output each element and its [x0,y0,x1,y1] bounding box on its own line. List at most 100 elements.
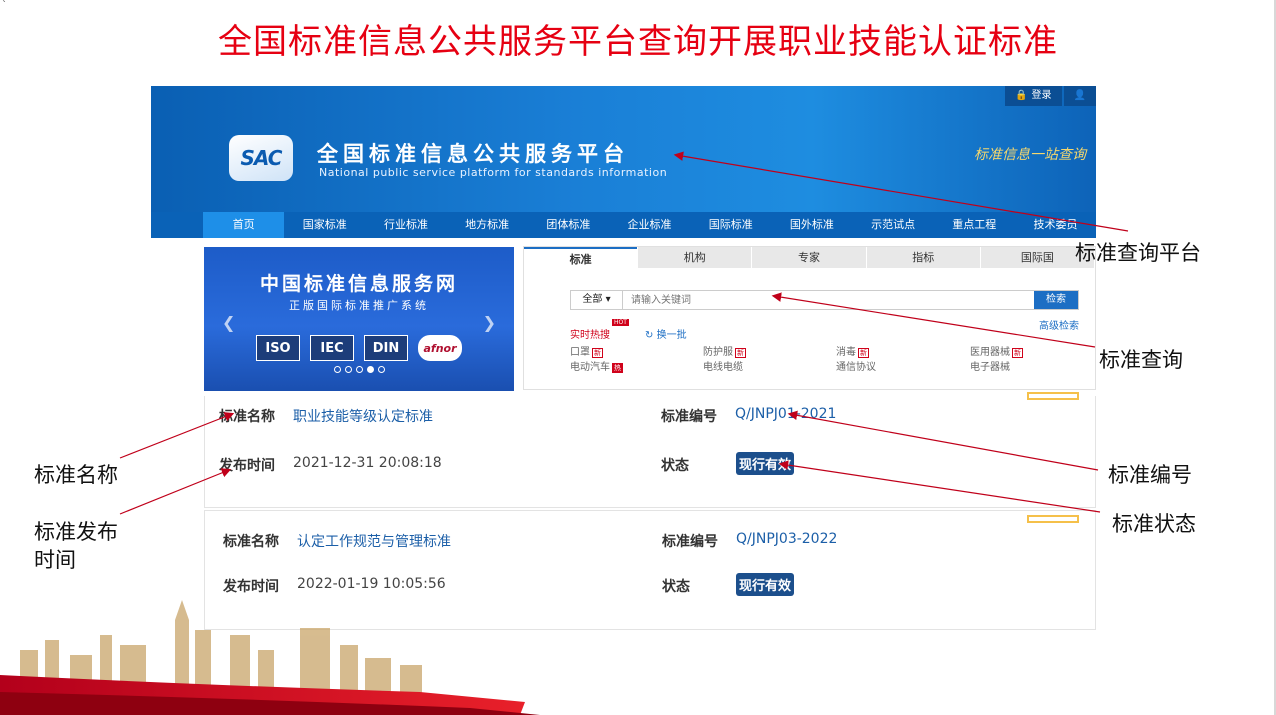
iso-logo: ISO [256,335,300,361]
refresh-icon: ↻ [645,330,654,341]
standard-name-link[interactable]: 认定工作规范与管理标准 [297,531,451,551]
banner-subtitle: 正版国际标准推广系统 [289,299,429,312]
sac-logo[interactable]: SAC [229,135,293,181]
callout-number: 标准编号 [1108,463,1192,487]
tab-expert[interactable]: 专家 [752,247,866,268]
stray-mark: ` [2,0,7,11]
nav-item-industry[interactable]: 行业标准 [365,212,446,238]
nav-item-enterprise[interactable]: 企业标准 [609,212,690,238]
keyword-link[interactable]: 口罩新 [570,343,603,358]
standard-number: Q/JNPJ01-2021 [735,406,837,422]
search-input[interactable] [623,291,1034,309]
refresh-link[interactable]: ↻ 换一批 [645,326,687,341]
name-label: 标准名称 [223,534,279,550]
nav-item-committee[interactable]: 技术委员 [1015,212,1096,238]
tab-indicator[interactable]: 指标 [866,247,980,268]
chevron-right-icon[interactable]: ❯ [483,313,496,332]
promo-banner[interactable]: 中国标准信息服务网 正版国际标准推广系统 ❮ ❯ ISO IEC DIN afn… [204,247,514,391]
keyword-text: 口罩 [570,347,590,358]
status-label: 状态 [661,458,689,474]
nav-item-local[interactable]: 地方标准 [447,212,528,238]
tab-organization[interactable]: 机构 [638,247,752,268]
refresh-label: 换一批 [656,330,687,341]
user-icon: 👤 [1073,90,1086,101]
banner-title: 中国标准信息服务网 [259,273,458,295]
keyword-tag: 新 [592,348,603,358]
status-label: 状态 [662,579,690,595]
nav-item-international[interactable]: 国际标准 [690,212,771,238]
carousel-dot-active[interactable] [366,366,374,373]
login-button[interactable]: 🔒 登录 [1005,86,1062,106]
callout-platform: 标准查询平台 [1075,241,1201,265]
keyword-tag: 新 [735,348,746,358]
scope-select[interactable]: 全部 ▾ [571,291,623,309]
status-badge: 现行有效 [736,452,795,475]
hot-search-label: 实时热搜 HOT [570,319,629,341]
callout-query: 标准查询 [1099,348,1183,372]
chevron-left-icon[interactable]: ❮ [222,313,235,332]
slide-title: 全国标准信息公共服务平台查询开展职业技能认证标准 [218,22,1058,62]
afnor-logo: afnor [418,335,462,361]
nav-item-foreign[interactable]: 国外标准 [771,212,852,238]
record-tab [1027,515,1079,523]
lock-icon: 🔒 [1015,90,1028,101]
user-button[interactable]: 👤 [1063,86,1096,106]
standard-name-link[interactable]: 职业技能等级认定标准 [293,406,433,426]
keyword-tag: 热 [612,363,623,373]
portal-name: 全国标准信息公共服务平台 [317,142,629,166]
standard-record: 标准名称 职业技能等级认定标准 标准编号 Q/JNPJ01-2021 发布时间 … [204,392,1096,508]
keyword-link[interactable]: 防护服新 [703,343,746,358]
keyword-link[interactable]: 电动汽车热 [570,358,623,373]
name-label: 标准名称 [219,409,275,425]
keyword-link[interactable]: 电子器械 [970,358,1010,373]
keyword-text: 防护服 [703,347,733,358]
login-label: 登录 [1031,90,1052,101]
main-nav: 首页 国家标准 行业标准 地方标准 团体标准 企业标准 国际标准 国外标准 示范… [151,212,1096,238]
carousel-dot[interactable] [344,366,352,373]
standard-number: Q/JNPJ03-2022 [736,531,838,547]
keyword-link[interactable]: 医用器械新 [970,343,1023,358]
portal-slogan: 标准信息一站查询 [974,147,1086,163]
keyword-link[interactable]: 通信协议 [836,358,876,373]
search-tabs: 标准 机构 专家 指标 国际国 [524,247,1095,268]
number-label: 标准编号 [662,534,718,550]
carousel-dot[interactable] [333,366,341,373]
org-logos: ISO IEC DIN afnor [204,335,514,361]
skyline-decoration [0,600,540,715]
nav-item-pilot[interactable]: 示范试点 [853,212,934,238]
number-label: 标准编号 [661,409,717,425]
keyword-link[interactable]: 电线电缆 [703,358,743,373]
search-box: 全部 ▾ 检索 [570,290,1079,310]
date-label: 发布时间 [219,458,275,474]
keyword-text: 消毒 [836,347,856,358]
keyword-text: 电动汽车 [570,362,610,373]
hot-label: 实时热搜 [570,330,610,341]
keyword-text: 通信协议 [836,362,876,373]
nav-item-key-projects[interactable]: 重点工程 [934,212,1015,238]
keyword-tag: 新 [858,348,869,358]
carousel-dot[interactable] [355,366,363,373]
tab-standard[interactable]: 标准 [524,247,638,268]
advanced-search-link[interactable]: 高级检索 [1039,317,1079,332]
keyword-tag: 新 [1012,348,1023,358]
callout-name: 标准名称 [34,463,118,487]
hot-badge: HOT [612,319,629,326]
record-tab [1027,392,1079,400]
portal-name-en: National public service platform for sta… [319,166,668,179]
search-button[interactable]: 检索 [1034,291,1078,309]
carousel-dot[interactable] [377,366,385,373]
callout-status: 标准状态 [1112,512,1196,536]
nav-item-national[interactable]: 国家标准 [284,212,365,238]
keyword-text: 电线电缆 [703,362,743,373]
publish-date: 2021-12-31 20:08:18 [293,455,442,471]
callout-publish-time-line1: 标准发布 [34,520,118,544]
carousel-dots [204,366,514,373]
nav-item-home[interactable]: 首页 [203,212,285,238]
keyword-text: 电子器械 [970,362,1010,373]
portal-topbar: 🔒 登录 👤 [1003,86,1096,106]
status-badge: 现行有效 [736,573,795,596]
keyword-link[interactable]: 消毒新 [836,343,869,358]
nav-item-group[interactable]: 团体标准 [528,212,609,238]
iec-logo: IEC [310,335,354,361]
din-logo: DIN [364,335,408,361]
